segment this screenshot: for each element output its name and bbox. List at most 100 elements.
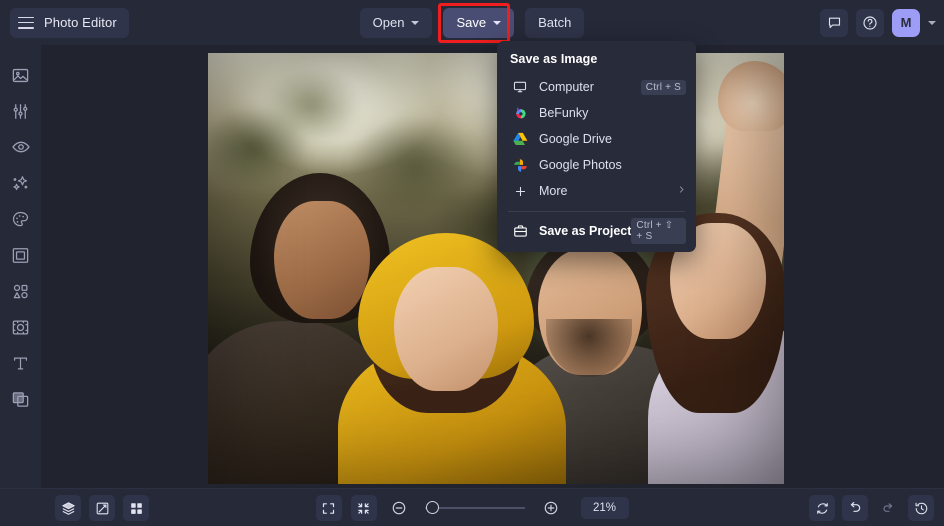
menu-item-befunky[interactable]: BeFunky (497, 100, 696, 126)
hamburger-icon (18, 17, 34, 29)
photo-editor-app: Photo Editor Open Save Batch (0, 0, 944, 526)
chevron-down-icon (411, 21, 419, 25)
avatar-initial: M (901, 15, 912, 30)
chevron-down-icon[interactable] (928, 21, 936, 25)
sidebar-item-image[interactable] (3, 57, 39, 93)
frame-icon (11, 246, 30, 265)
sidebar-item-frames[interactable] (3, 237, 39, 273)
chevron-down-icon (493, 21, 501, 25)
zoom-level-value[interactable]: 21% (581, 497, 629, 519)
fit-to-screen-button[interactable] (316, 495, 342, 521)
footer-left-tools (55, 489, 149, 526)
google-drive-icon (510, 132, 530, 146)
minus-circle-icon (391, 500, 407, 516)
app-menu-brand-button[interactable]: Photo Editor (10, 8, 129, 38)
chat-bubble-icon (827, 15, 842, 30)
grid-button[interactable] (123, 495, 149, 521)
help-button[interactable] (856, 9, 884, 37)
project-briefcase-icon (510, 224, 530, 238)
shortcut-badge: Ctrl + S (641, 80, 686, 95)
menu-item-label: Computer (539, 80, 641, 94)
open-button[interactable]: Open (360, 8, 433, 38)
zoom-slider-handle[interactable] (426, 501, 439, 514)
menu-item-computer[interactable]: Computer Ctrl + S (497, 74, 696, 100)
menu-divider (508, 211, 685, 212)
image-icon (11, 66, 30, 85)
palette-icon (11, 210, 30, 229)
layers-icon (61, 501, 76, 516)
texture-icon (11, 318, 30, 337)
footer-right-tools (809, 489, 934, 526)
undo-arrow-icon (847, 500, 863, 516)
redo-button[interactable] (875, 495, 901, 521)
menu-item-save-as-project[interactable]: Save as Project Ctrl + ⇧ + S (497, 218, 696, 244)
zoom-in-button[interactable] (538, 495, 564, 521)
undo-button[interactable] (842, 495, 868, 521)
feedback-button[interactable] (820, 9, 848, 37)
reset-button[interactable] (809, 495, 835, 521)
save-menu-title: Save as Image (497, 50, 696, 74)
batch-button[interactable]: Batch (525, 8, 584, 38)
layers-button[interactable] (55, 495, 81, 521)
sliders-icon (11, 102, 30, 121)
avatar[interactable]: M (892, 9, 920, 37)
sidebar-item-touch-up[interactable] (3, 129, 39, 165)
compare-button[interactable] (89, 495, 115, 521)
bottom-toolbar: 21% (0, 488, 944, 526)
header-right-tools: M (820, 0, 936, 45)
layers-overlay-icon (11, 390, 30, 409)
compare-icon (95, 501, 110, 516)
save-dropdown-menu: Save as Image Computer Ctrl + S (497, 41, 696, 252)
sidebar-item-graphics[interactable] (3, 273, 39, 309)
plus-icon (510, 185, 530, 198)
menu-item-more[interactable]: More (497, 178, 696, 204)
menu-item-google-photos[interactable]: Google Photos (497, 152, 696, 178)
fit-screen-icon (321, 501, 336, 516)
zoom-slider-track[interactable] (425, 507, 525, 509)
menu-item-label: BeFunky (539, 106, 686, 120)
befunky-logo-icon (510, 106, 530, 120)
left-tool-sidebar (0, 45, 41, 526)
sparkles-icon (11, 174, 30, 193)
edited-photo[interactable] (208, 53, 784, 484)
eye-icon (11, 137, 31, 157)
history-button[interactable] (908, 495, 934, 521)
header-center-tools: Open Save Batch (0, 0, 944, 45)
batch-label: Batch (538, 15, 571, 30)
sidebar-item-effects[interactable] (3, 165, 39, 201)
photo-vignette (208, 53, 784, 484)
actual-size-button[interactable] (351, 495, 377, 521)
sidebar-item-overlays[interactable] (3, 381, 39, 417)
question-circle-icon (862, 15, 878, 31)
chevron-right-icon (677, 184, 686, 198)
open-label: Open (373, 15, 405, 30)
sidebar-item-text[interactable] (3, 345, 39, 381)
save-label: Save (456, 15, 486, 30)
shapes-icon (11, 282, 30, 301)
menu-item-label: Google Photos (539, 158, 686, 172)
sidebar-item-textures[interactable] (3, 309, 39, 345)
menu-item-label: Google Drive (539, 132, 686, 146)
top-header-bar: Photo Editor Open Save Batch (0, 0, 944, 45)
save-button-wrapper: Save (443, 8, 514, 38)
collapse-arrows-icon (356, 501, 371, 516)
sidebar-item-artsy[interactable] (3, 201, 39, 237)
menu-item-label: Save as Project (539, 224, 631, 238)
google-photos-icon (510, 158, 530, 173)
zoom-slider[interactable] (425, 507, 525, 509)
save-button[interactable]: Save (443, 8, 514, 38)
zoom-out-button[interactable] (386, 495, 412, 521)
menu-item-google-drive[interactable]: Google Drive (497, 126, 696, 152)
sidebar-item-edit[interactable] (3, 93, 39, 129)
reset-rotate-icon (815, 501, 830, 516)
plus-circle-icon (543, 500, 559, 516)
redo-arrow-icon (880, 500, 896, 516)
menu-item-label: More (539, 184, 671, 198)
shortcut-badge: Ctrl + ⇧ + S (631, 218, 686, 244)
monitor-icon (510, 80, 530, 94)
text-t-icon (11, 354, 30, 373)
canvas-area[interactable] (41, 45, 944, 488)
grid-icon (129, 501, 144, 516)
app-title: Photo Editor (44, 15, 117, 30)
history-clock-icon (914, 501, 929, 516)
